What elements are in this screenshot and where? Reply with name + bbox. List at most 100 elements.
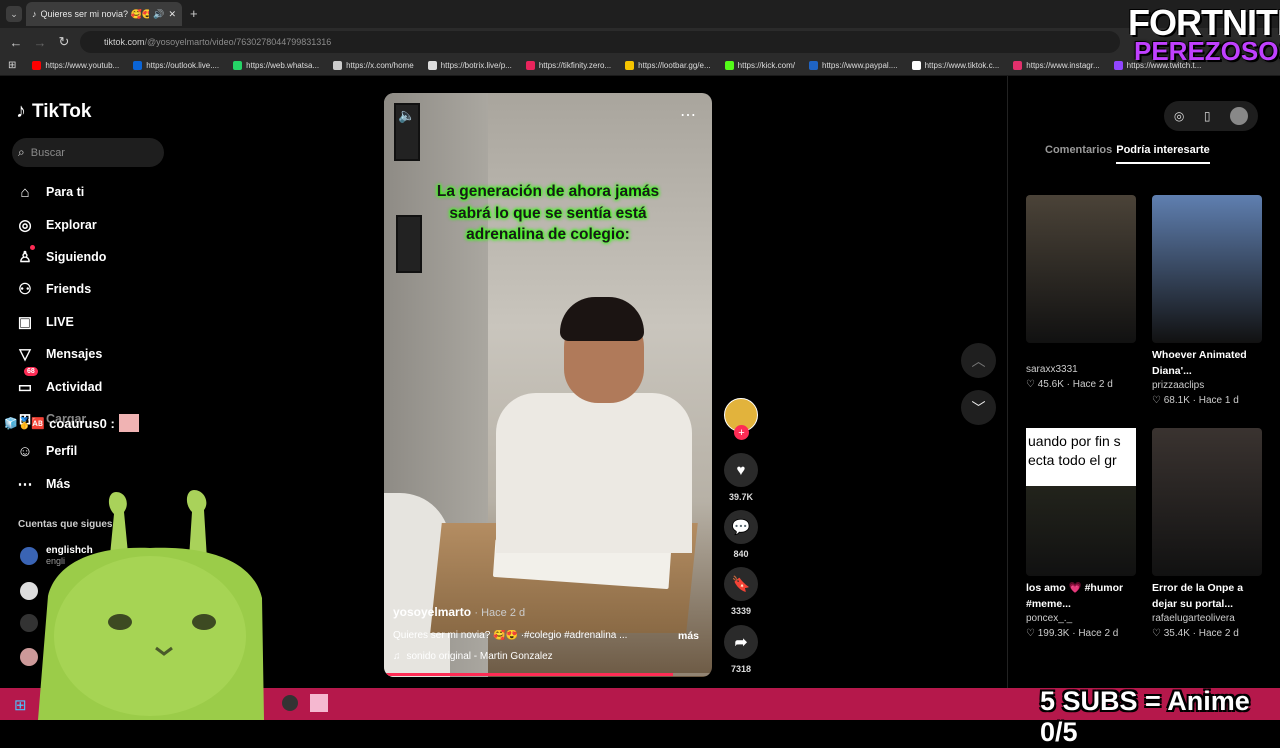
tab-list-chevron-icon[interactable]: ⌄: [6, 6, 22, 22]
video-username[interactable]: yosoyelmarto: [393, 605, 471, 619]
recommended-video-card[interactable]: Whoever Animated Diana'... prizzaaclips ♡ …: [1152, 195, 1262, 408]
sidebar-item-perfil[interactable]: ☺ Perfil: [16, 435, 176, 467]
bookmark-item[interactable]: https://kick.com/: [724, 61, 795, 70]
video-caption-overlay: La generación de ahora jamás sabrá lo qu…: [436, 183, 660, 243]
bookmark-item[interactable]: https://tikfinity.zero...: [525, 61, 611, 70]
bookmark-label: https://x.com/home: [346, 61, 414, 70]
sidebar-item-explorar[interactable]: ◎ Explorar: [16, 208, 176, 240]
card-stats: ♡ 68.1K · Hace 1 d: [1152, 395, 1239, 406]
search-input[interactable]: ⌕ Buscar: [12, 138, 164, 167]
reload-icon[interactable]: ↻: [52, 30, 76, 54]
avatar[interactable]: [20, 614, 38, 632]
chat-message: 🧊🥇🆎 coaurus0 :: [4, 414, 139, 432]
next-video-chevron-icon[interactable]: ﹀: [961, 390, 996, 425]
sidebar-item-actividad[interactable]: ▭ 68 Actividad: [16, 367, 176, 402]
save-button[interactable]: 🔖 3339: [722, 567, 760, 616]
comment-icon: 💬: [724, 510, 758, 544]
chat-badges-icon: 🧊🥇🆎: [4, 417, 46, 430]
address-bar[interactable]: tiktok.com/@yosoyelmarto/video/763027804…: [80, 31, 1120, 53]
avatar: [20, 546, 38, 565]
tab-close-icon[interactable]: ✕: [168, 9, 176, 20]
video-description: Quieres ser mi novia? 🥰😍 ·#colegio #adre…: [393, 630, 628, 641]
video-progress-bar[interactable]: [384, 673, 712, 676]
video-thumbnail[interactable]: uando por fin s ecta todo el gr: [1026, 428, 1136, 576]
sidebar-item-siguiendo[interactable]: ♙ Siguiendo: [16, 241, 176, 273]
bookmark-item[interactable]: https://www.youtub...: [32, 61, 119, 70]
like-button[interactable]: ♥ 39.7K: [722, 453, 760, 502]
bookmark-item[interactable]: https://botrix.live/p...: [427, 61, 512, 70]
bookmark-item[interactable]: https://web.whatsa...: [233, 61, 319, 70]
video-thumbnail[interactable]: [1152, 428, 1262, 576]
like-count: 39.7K: [728, 492, 754, 502]
bookmark-favicon-icon: [233, 61, 243, 70]
comment-button[interactable]: 💬 840: [722, 510, 760, 559]
tab-recommended[interactable]: Podría interesarte: [1116, 144, 1210, 164]
video-author[interactable]: yosoyelmarto · Hace 2 d: [393, 605, 525, 619]
bookmark-label: https://www.youtub...: [45, 61, 120, 70]
sidebar-item-mensajes[interactable]: ▽ Mensajes: [16, 338, 176, 370]
browser-tab[interactable]: ♪ Quieres ser mi novia? 🥰😍 🔊 ✕: [26, 2, 182, 26]
volume-icon[interactable]: 🔈: [398, 107, 415, 124]
bookmark-item[interactable]: https://x.com/home: [333, 61, 414, 70]
video-player[interactable]: La generación de ahora jamás sabrá lo qu…: [384, 93, 712, 677]
card-username[interactable]: poncex_._: [1026, 612, 1136, 626]
share-button[interactable]: ➦ 7318: [722, 625, 760, 674]
follow-plus-icon[interactable]: +: [734, 425, 749, 440]
bookmark-item[interactable]: https://www.instagr...: [1013, 61, 1100, 70]
card-username[interactable]: rafaelugarteolivera: [1152, 612, 1262, 626]
bookmark-label: https://www.instagr...: [1026, 61, 1100, 70]
card-username[interactable]: saraxx3331: [1026, 363, 1136, 377]
more-options-icon[interactable]: ⋯: [680, 105, 696, 125]
bookmark-label: https://web.whatsa...: [246, 61, 320, 70]
video-progress-fill: [384, 673, 673, 676]
chrome-taskbar-icon[interactable]: [282, 695, 298, 711]
video-thumbnail[interactable]: [1152, 195, 1262, 343]
home-icon: ⌂: [20, 183, 30, 201]
windows-start-icon[interactable]: ⊞: [14, 696, 27, 714]
music-note-icon: ♫: [393, 651, 401, 662]
more-link[interactable]: más: [678, 630, 699, 642]
sound-name: sonido original - Martin Gonzalez: [406, 651, 553, 662]
video-thumbnail[interactable]: [1026, 195, 1136, 343]
avatar[interactable]: [20, 582, 38, 600]
tiktok-logo[interactable]: ♪ TikTok: [16, 100, 91, 123]
recommended-video-card[interactable]: saraxx3331 ♡ 45.6K · Hace 2 d: [1026, 195, 1136, 392]
phone-icon[interactable]: ▯: [1204, 109, 1211, 123]
wall-frame: [396, 215, 422, 273]
bookmark-item[interactable]: https://www.tiktok.c...: [911, 61, 1000, 70]
sidebar-item-friends[interactable]: ⚇ Friends: [16, 273, 176, 305]
tab-comments[interactable]: Comentarios: [1045, 144, 1112, 164]
new-tab-icon[interactable]: +: [190, 6, 198, 21]
cat-overlay: [38, 490, 264, 720]
app-taskbar-icon[interactable]: [310, 694, 328, 712]
recommended-video-card[interactable]: Error de la Onpe a dejar su portal... raf…: [1152, 428, 1262, 641]
messages-icon: ▽: [19, 346, 31, 364]
recommended-video-card[interactable]: uando por fin s ecta todo el gr los amo 💗…: [1026, 428, 1136, 641]
url-host: tiktok.com: [104, 37, 145, 47]
sidebar-item-live[interactable]: ▣ LIVE: [16, 306, 176, 338]
bookmark-item[interactable]: https://www.paypal....: [809, 61, 898, 70]
compass-icon[interactable]: ◎: [1174, 109, 1184, 123]
bookmark-label: https://www.tiktok.c...: [924, 61, 1000, 70]
bookmark-item[interactable]: https://outlook.live....: [133, 61, 219, 70]
apps-grid-icon[interactable]: ⊞: [8, 60, 16, 71]
sidebar-item-label: Mensajes: [46, 347, 103, 362]
bookmark-icon: 🔖: [724, 567, 758, 601]
tab-title: Quieres ser mi novia? 🥰😍: [40, 8, 150, 19]
speaker-icon: 🔊: [153, 8, 165, 19]
previous-video-chevron-icon[interactable]: ︿: [961, 343, 996, 378]
activity-icon: ▭: [17, 378, 33, 396]
video-sound[interactable]: ♫ sonido original - Martin Gonzalez: [393, 651, 553, 662]
avatar[interactable]: [20, 648, 38, 666]
bookmark-favicon-icon: [32, 61, 42, 70]
avatar[interactable]: [1230, 107, 1249, 125]
share-count: 7318: [730, 664, 752, 674]
card-username[interactable]: prizzaaclips: [1152, 379, 1262, 393]
sidebar-item-para-ti[interactable]: ⌂ Para ti: [16, 176, 176, 208]
thumbnail-text: uando por fin s ecta todo el gr: [1026, 428, 1136, 486]
forward-arrow-icon[interactable]: →: [28, 30, 52, 54]
bookmark-favicon-icon: [1113, 61, 1123, 70]
back-arrow-icon[interactable]: ←: [4, 30, 28, 54]
heart-icon: ♥: [724, 453, 758, 487]
bookmark-item[interactable]: https://lootbar.gg/e...: [625, 61, 711, 70]
